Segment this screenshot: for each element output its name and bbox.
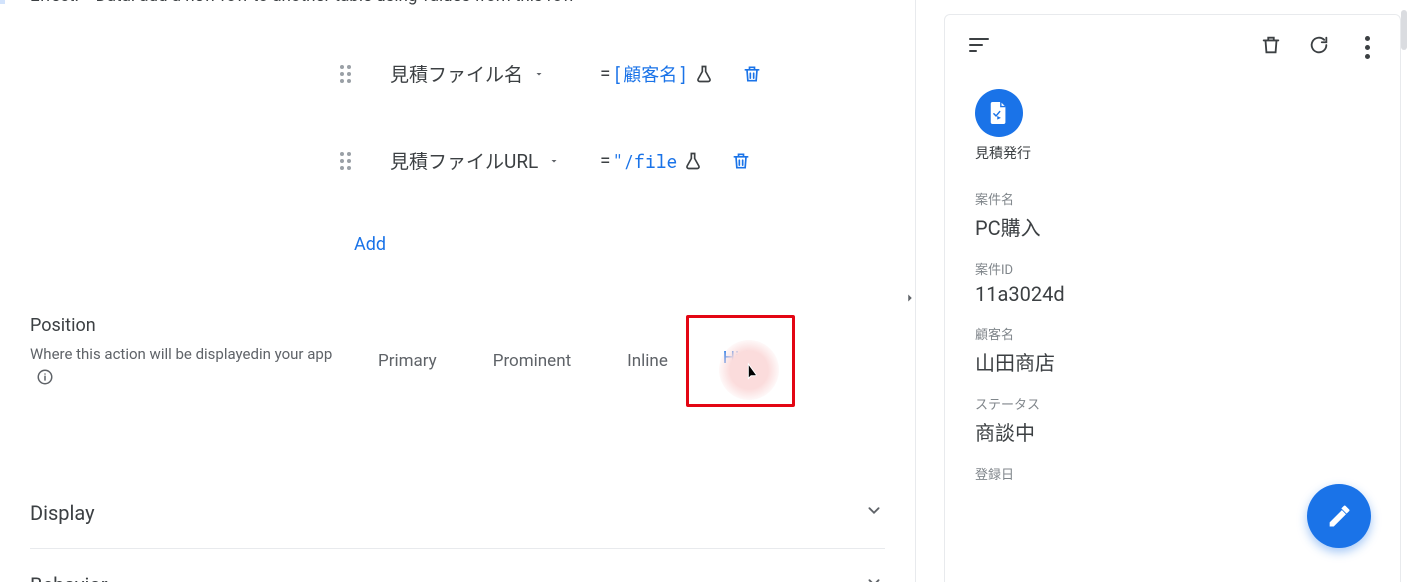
cursor-icon bbox=[741, 362, 763, 388]
detail-item: 案件ID 11a3024d bbox=[975, 259, 1370, 306]
detail-value: 山田商店 bbox=[975, 347, 1370, 376]
highlighted-hide-option: Hide bbox=[686, 315, 795, 407]
detail-value: PC購入 bbox=[975, 212, 1370, 241]
drag-handle-icon[interactable] bbox=[340, 152, 360, 170]
position-option-inline[interactable]: Inline bbox=[599, 341, 696, 381]
display-section-toggle[interactable]: Display bbox=[30, 477, 885, 548]
expression-input[interactable]: [顧客名] bbox=[612, 61, 688, 87]
drag-handle-icon[interactable] bbox=[340, 65, 360, 83]
accordion-label: Display bbox=[30, 501, 95, 525]
column-select[interactable]: 見積ファイルURL bbox=[390, 147, 580, 174]
caret-down-icon bbox=[533, 62, 545, 85]
delete-row-button[interactable] bbox=[731, 151, 751, 171]
action-label: 見積発行 bbox=[975, 143, 1400, 163]
position-description: Where this action will be displayed in y… bbox=[30, 342, 350, 386]
column-select[interactable]: 見積ファイル名 bbox=[390, 60, 580, 87]
detail-key: 案件ID bbox=[975, 259, 1370, 278]
record-detail-list: 案件名 PC購入 案件ID 11a3024d 顧客名 山田商店 ステータス 商談… bbox=[945, 175, 1400, 515]
detail-key: 案件名 bbox=[975, 189, 1370, 208]
detail-value: 商談中 bbox=[975, 417, 1370, 446]
add-button[interactable]: Add bbox=[354, 234, 885, 255]
equals-label: = bbox=[600, 149, 610, 172]
detail-key: ステータス bbox=[975, 394, 1370, 413]
column-mapping-row: 見積ファイルURL = "/file bbox=[30, 147, 885, 174]
position-title: Position bbox=[30, 315, 350, 336]
column-name-label: 見積ファイル名 bbox=[390, 60, 523, 87]
column-mapping-row: 見積ファイル名 = [顧客名] bbox=[30, 60, 885, 87]
edit-fab-button[interactable] bbox=[1307, 484, 1371, 548]
trash-icon[interactable] bbox=[1260, 34, 1282, 60]
equals-label: = bbox=[600, 62, 610, 85]
column-name-label: 見積ファイルURL bbox=[390, 147, 538, 174]
kebab-menu-icon[interactable] bbox=[1356, 36, 1378, 59]
expression-input[interactable]: "/file bbox=[612, 149, 677, 173]
position-option-prominent[interactable]: Prominent bbox=[465, 341, 599, 381]
detail-key: 顧客名 bbox=[975, 324, 1370, 343]
detail-item: 案件名 PC購入 bbox=[975, 189, 1370, 241]
caret-down-icon bbox=[548, 149, 560, 172]
accordion-label: Behavior bbox=[30, 573, 108, 582]
detail-key: 登録日 bbox=[975, 464, 1370, 483]
pdf-action-icon[interactable]: ▸ bbox=[975, 89, 1023, 137]
flask-icon[interactable] bbox=[694, 64, 714, 84]
delete-row-button[interactable] bbox=[742, 64, 762, 84]
detail-item: ステータス 商談中 bbox=[975, 394, 1370, 446]
detail-item: 顧客名 山田商店 bbox=[975, 324, 1370, 376]
detail-item: 登録日 bbox=[975, 464, 1370, 483]
behavior-section-toggle[interactable]: Behavior bbox=[30, 549, 885, 582]
position-option-primary[interactable]: Primary bbox=[350, 341, 465, 381]
info-icon[interactable] bbox=[36, 368, 54, 386]
flask-icon[interactable] bbox=[683, 151, 703, 171]
preview-scrollbar[interactable] bbox=[1401, 10, 1407, 572]
chevron-down-icon bbox=[863, 499, 885, 526]
refresh-icon[interactable] bbox=[1308, 34, 1330, 60]
sort-icon[interactable] bbox=[967, 33, 991, 61]
chevron-down-icon bbox=[863, 571, 885, 582]
detail-value: 11a3024d bbox=[975, 282, 1370, 306]
effect-description: Effect: Data: add a new row to another t… bbox=[30, 0, 885, 10]
